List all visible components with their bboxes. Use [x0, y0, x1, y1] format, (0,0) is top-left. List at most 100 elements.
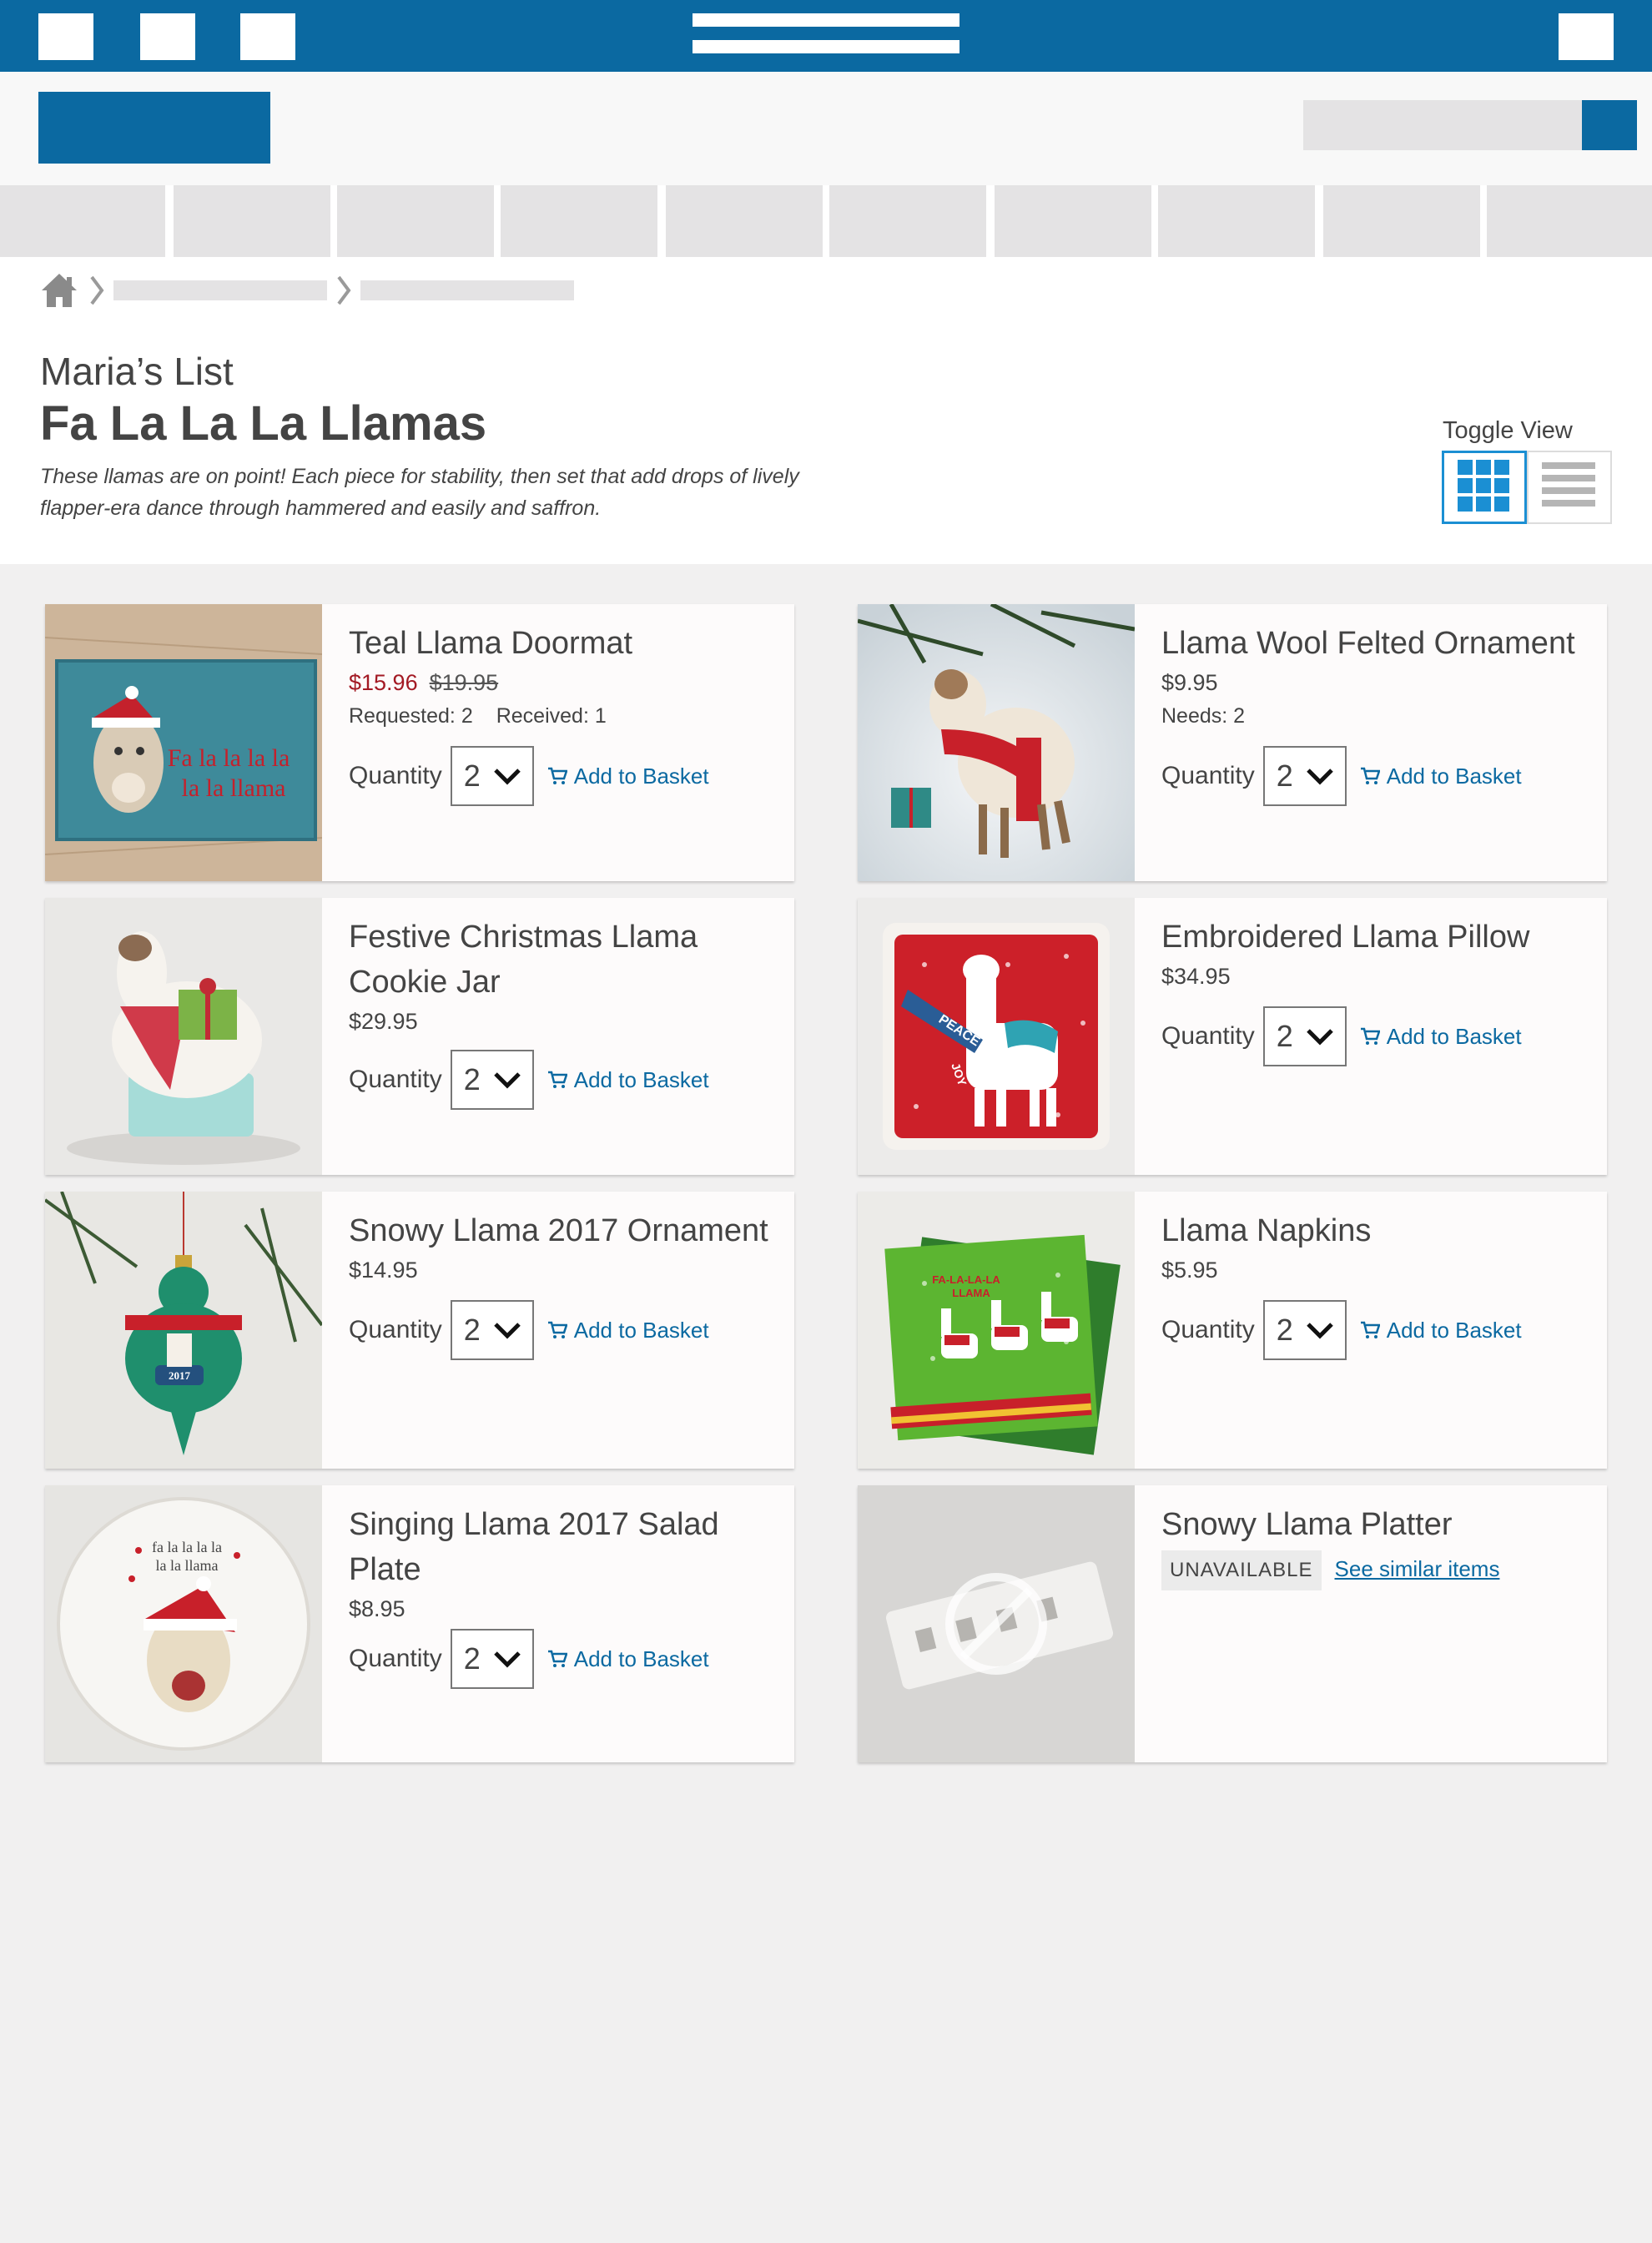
product-name[interactable]: Snowy Llama Platter: [1161, 1502, 1595, 1547]
search-input[interactable]: [1303, 100, 1582, 150]
category-nav: [0, 185, 1652, 257]
product-card: fa la la la la la la llama Singing Llama…: [45, 1485, 794, 1762]
chevron-down-icon: [1306, 1323, 1333, 1339]
top-bar-icon-1[interactable]: [38, 13, 93, 60]
product-card: FA-LA-LA-LA LLAMA Llama Napkins $5.95 Qu…: [858, 1192, 1607, 1469]
product-price: $29.95: [349, 1009, 418, 1034]
quantity-value: 2: [1276, 1019, 1293, 1053]
product-image[interactable]: [858, 1485, 1135, 1762]
request-status: Requested: 2 Received: 1: [349, 699, 783, 733]
quantity-row: Quantity 2 Add to Basket: [349, 1629, 709, 1689]
quantity-label: Quantity: [349, 1066, 442, 1093]
product-image[interactable]: 2017: [45, 1192, 322, 1469]
quantity-value: 2: [1276, 1313, 1293, 1347]
quantity-select[interactable]: 2: [1262, 1300, 1347, 1360]
product-info: Snowy Llama 2017 Ornament $14.95: [349, 1208, 783, 1287]
quantity-select[interactable]: 2: [450, 746, 534, 806]
product-image[interactable]: FA-LA-LA-LA LLAMA: [858, 1192, 1135, 1469]
product-name[interactable]: Llama Napkins: [1161, 1208, 1595, 1253]
product-info: Llama Napkins $5.95: [1161, 1208, 1595, 1287]
nav-item[interactable]: [666, 185, 823, 257]
quantity-select[interactable]: 2: [450, 1300, 534, 1360]
product-name[interactable]: Snowy Llama 2017 Ornament: [349, 1208, 783, 1253]
napkin-text: FA-LA-LA-LA: [932, 1273, 1000, 1286]
product-name[interactable]: Teal Llama Doormat: [349, 621, 783, 666]
product-name[interactable]: Embroidered Llama Pillow: [1161, 915, 1595, 960]
add-to-basket-button[interactable]: Add to Basket: [1360, 1318, 1522, 1343]
add-to-basket-button[interactable]: Add to Basket: [547, 1067, 709, 1093]
chevron-down-icon: [493, 1323, 521, 1339]
quantity-select[interactable]: 2: [450, 1050, 534, 1110]
product-info: Llama Wool Felted Ornament $9.95 Needs: …: [1161, 621, 1595, 733]
doormat-text-1: Fa la la la la: [168, 744, 290, 772]
top-bar-icon-2[interactable]: [140, 13, 195, 60]
add-to-basket-button[interactable]: Add to Basket: [547, 1318, 709, 1343]
home-icon[interactable]: [40, 272, 78, 309]
quantity-row: Quantity 2 Add to Basket: [1161, 1006, 1522, 1066]
add-to-basket-label: Add to Basket: [573, 763, 709, 789]
product-name[interactable]: Festive Christmas Llama Cookie Jar: [349, 915, 783, 1005]
quantity-value: 2: [463, 1313, 481, 1347]
breadcrumb-item[interactable]: [113, 280, 327, 300]
product-name[interactable]: Llama Wool Felted Ornament: [1161, 621, 1595, 666]
list-view-button[interactable]: [1527, 451, 1612, 524]
chevron-down-icon: [1306, 1029, 1333, 1046]
product-name[interactable]: Singing Llama 2017 Salad Plate: [349, 1502, 783, 1592]
product-image[interactable]: [858, 604, 1135, 881]
product-card: 2017 Snowy Llama 2017 Ornament $14.95 Qu…: [45, 1192, 794, 1469]
product-card: Fa la la la la la la llama Teal Llama Do…: [45, 604, 794, 881]
product-price: $8.95: [349, 1596, 405, 1621]
list-owner: Maria’s List: [40, 350, 234, 393]
add-to-basket-button[interactable]: Add to Basket: [1360, 1024, 1522, 1050]
add-to-basket-button[interactable]: Add to Basket: [547, 764, 709, 789]
add-to-basket-label: Add to Basket: [573, 1646, 709, 1671]
add-to-basket-label: Add to Basket: [573, 1066, 709, 1092]
search-button[interactable]: [1582, 100, 1637, 150]
quantity-label: Quantity: [1161, 1316, 1255, 1343]
quantity-value: 2: [463, 1062, 481, 1096]
product-image[interactable]: Fa la la la la la la llama: [45, 604, 322, 881]
unavailable-badge: UNAVAILABLE: [1161, 1550, 1322, 1590]
top-bar-icon-3[interactable]: [240, 13, 295, 60]
add-to-basket-button[interactable]: Add to Basket: [1360, 764, 1522, 789]
quantity-label: Quantity: [1161, 762, 1255, 789]
chevron-right-icon: [90, 275, 104, 305]
quantity-row: Quantity 2 Add to Basket: [349, 746, 709, 806]
quantity-select[interactable]: 2: [1262, 746, 1347, 806]
nav-item[interactable]: [501, 185, 657, 257]
product-info: Teal Llama Doormat $15.96 $19.95 Requeste…: [349, 621, 783, 733]
product-image[interactable]: PEACE JOY: [858, 898, 1135, 1175]
quantity-select[interactable]: 2: [450, 1629, 534, 1689]
quantity-label: Quantity: [349, 1316, 442, 1343]
see-similar-items-link[interactable]: See similar items: [1335, 1556, 1500, 1581]
nav-item[interactable]: [829, 185, 986, 257]
product-price: $5.95: [1161, 1258, 1218, 1283]
nav-item[interactable]: [0, 185, 165, 257]
grid-view-button[interactable]: [1442, 451, 1527, 524]
product-image[interactable]: [45, 898, 322, 1175]
list-icon: [1542, 462, 1595, 507]
product-card: Llama Wool Felted Ornament $9.95 Needs: …: [858, 604, 1607, 881]
nav-item[interactable]: [174, 185, 330, 257]
nav-item[interactable]: [995, 185, 1151, 257]
nav-item[interactable]: [1323, 185, 1480, 257]
nav-item[interactable]: [337, 185, 494, 257]
account-icon[interactable]: [1559, 13, 1614, 60]
toggle-view-label: Toggle View: [1443, 417, 1573, 444]
received-count: Received: 1: [496, 704, 607, 728]
nav-item[interactable]: [1487, 185, 1652, 257]
page-title: Fa La La La Llamas: [40, 396, 487, 451]
svg-text:LLAMA: LLAMA: [952, 1287, 990, 1299]
breadcrumb-item[interactable]: [360, 280, 574, 300]
quantity-row: Quantity 2 Add to Basket: [1161, 746, 1522, 806]
quantity-label: Quantity: [349, 1645, 442, 1672]
cart-icon: [547, 1650, 567, 1667]
add-to-basket-button[interactable]: Add to Basket: [547, 1646, 709, 1672]
nav-item[interactable]: [1158, 185, 1315, 257]
quantity-select[interactable]: 2: [1262, 1006, 1347, 1066]
menu-icon[interactable]: [693, 13, 959, 53]
product-image[interactable]: fa la la la la la la llama: [45, 1485, 322, 1762]
site-logo[interactable]: [38, 92, 270, 164]
plate-text-2: la la llama: [156, 1557, 219, 1574]
product-original-price: $19.95: [429, 670, 499, 695]
